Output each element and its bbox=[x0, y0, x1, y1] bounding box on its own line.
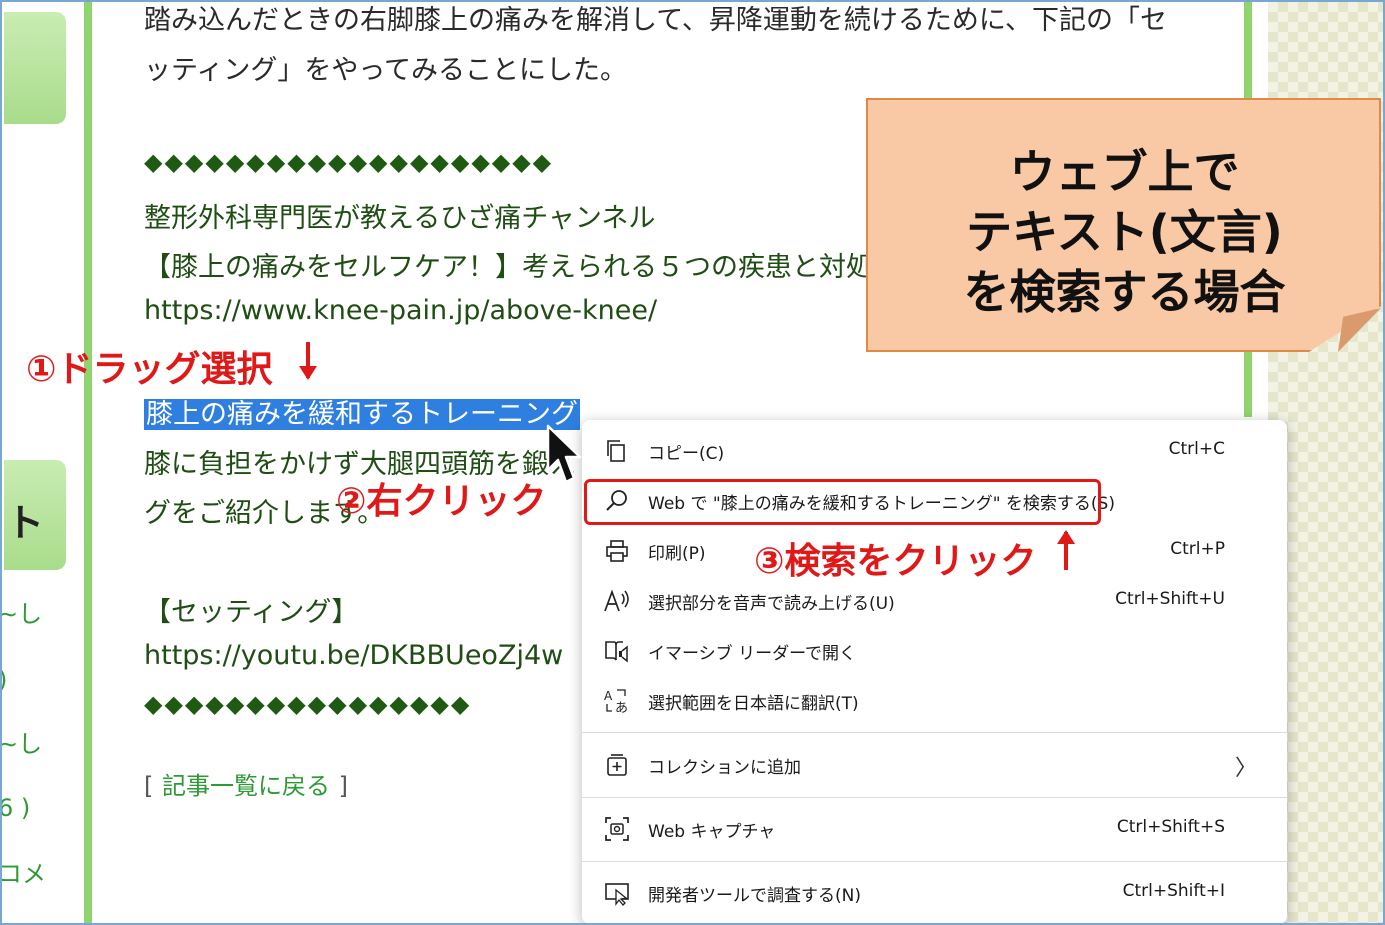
immersive-reader-icon bbox=[602, 636, 632, 666]
menu-item-web-capture[interactable]: Web キャプチャ Ctrl+Shift+S bbox=[582, 806, 1287, 854]
back-to-list-link[interactable]: 記事一覧に戻る bbox=[162, 772, 330, 800]
sidebar-widget-top[interactable] bbox=[4, 12, 66, 124]
back-bracket-open: [ bbox=[144, 772, 154, 800]
sidebar-link-5[interactable]: コメ bbox=[2, 854, 46, 889]
web-capture-icon bbox=[602, 814, 632, 844]
channel-name: 整形外科専門医が教えるひざ痛チャンネル bbox=[144, 203, 656, 234]
translate-icon: Aあ bbox=[602, 686, 632, 716]
selected-text[interactable]: 膝上の痛みを緩和するトレーニング bbox=[144, 399, 580, 430]
article-link-knee-pain[interactable]: https://www.knee-pain.jp/above-knee/ bbox=[144, 295, 657, 326]
menu-item-label: 選択範囲を日本語に翻訳(T) bbox=[648, 694, 859, 714]
menu-item-add-to-collection[interactable]: コレクションに追加 〉 bbox=[582, 742, 1287, 790]
devtools-icon bbox=[602, 878, 632, 908]
annotation-arrow-up bbox=[1057, 530, 1075, 570]
menu-separator bbox=[582, 732, 1287, 733]
mouse-pointer-icon bbox=[546, 424, 582, 484]
menu-item-read-aloud[interactable]: 選択部分を音声で読み上げる(U) Ctrl+Shift+U bbox=[582, 578, 1287, 626]
menu-item-label: コピー(C) bbox=[648, 444, 725, 464]
menu-item-shortcut: Ctrl+Shift+S bbox=[1116, 817, 1225, 837]
menu-separator bbox=[582, 861, 1287, 862]
menu-item-shortcut: Ctrl+Shift+U bbox=[1115, 589, 1225, 609]
video-title: 【膝上の痛みをセルフケア！】考えられる５つの疾患と対処 bbox=[144, 252, 873, 283]
sidebar-link-2[interactable]: ) bbox=[2, 666, 7, 694]
svg-text:あ: あ bbox=[615, 701, 628, 715]
callout-note-line-2: テキスト(文言) bbox=[966, 205, 1283, 259]
setting-heading: 【セッティング】 bbox=[144, 597, 359, 628]
collections-icon bbox=[602, 750, 632, 780]
article-paragraph-line-1: 踏み込んだときの右脚膝上の痛みを解消して、昇降運動を続けるために、下記の「セ bbox=[144, 5, 1168, 36]
annotation-step-1: ①ドラッグ選択 bbox=[26, 349, 273, 390]
menu-item-copy[interactable]: コピー(C) Ctrl+C bbox=[582, 428, 1287, 476]
sidebar-widget-glyph: ト bbox=[6, 501, 45, 545]
callout-note-line-1: ウェブ上で bbox=[1009, 145, 1240, 199]
left-sidebar: ト ∼し ) ∼し 6 ) コメ bbox=[2, 2, 84, 923]
annotation-step-2: ②右クリック bbox=[336, 481, 547, 522]
back-bracket-close: ] bbox=[338, 772, 348, 800]
menu-item-devtools[interactable]: 開発者ツールで調査する(N) Ctrl+Shift+I bbox=[582, 870, 1287, 918]
sidebar-link-1[interactable]: ∼し bbox=[2, 594, 42, 629]
menu-item-label: 印刷(P) bbox=[648, 544, 706, 564]
back-to-list[interactable]: [ 記事一覧に戻る ] bbox=[144, 766, 348, 801]
copy-icon bbox=[602, 436, 632, 466]
print-icon bbox=[602, 536, 632, 566]
chevron-right-icon: 〉 bbox=[1234, 756, 1257, 781]
menu-item-label: コレクションに追加 bbox=[648, 758, 801, 778]
selected-text-line[interactable]: 膝上の痛みを緩和するトレーニング bbox=[144, 392, 580, 431]
menu-item-label: イマーシブ リーダーで開く bbox=[648, 644, 857, 664]
content-border-left bbox=[84, 2, 92, 923]
youtube-link[interactable]: https://youtu.be/DKBBUeoZj4w bbox=[144, 640, 563, 671]
article-paragraph-line-2: ッティング」をやってみることにした。 bbox=[144, 55, 628, 86]
menu-item-immersive-reader[interactable]: イマーシブ リーダーで開く bbox=[582, 628, 1287, 676]
callout-note-line-3: を検索する場合 bbox=[963, 265, 1286, 319]
diamond-separator-top: ◆◆◆◆◆◆◆◆◆◆◆◆◆◆◆◆◆◆◆◆ bbox=[144, 148, 554, 176]
sidebar-link-4[interactable]: 6 ) bbox=[2, 794, 30, 822]
menu-item-shortcut: Ctrl+C bbox=[1168, 439, 1225, 459]
menu-separator bbox=[582, 797, 1287, 798]
menu-item-label: 開発者ツールで調査する(N) bbox=[648, 886, 861, 906]
svg-text:A: A bbox=[604, 689, 613, 703]
sidebar-link-3[interactable]: ∼し bbox=[2, 724, 42, 759]
screenshot-frame: ト ∼し ) ∼し 6 ) コメ 踏み込んだときの右脚膝上の痛みを解消して、昇降… bbox=[0, 0, 1385, 925]
highlight-box-search-item bbox=[584, 479, 1101, 525]
diamond-separator-bottom: ◆◆◆◆◆◆◆◆◆◆◆◆◆◆◆◆ bbox=[144, 690, 472, 718]
menu-item-label: Web キャプチャ bbox=[648, 822, 776, 842]
menu-item-translate[interactable]: Aあ 選択範囲を日本語に翻訳(T) bbox=[582, 678, 1287, 726]
annotation-arrow-down bbox=[299, 342, 317, 380]
read-aloud-icon bbox=[602, 586, 632, 616]
annotation-step-3: ③検索をクリック bbox=[754, 541, 1037, 582]
menu-item-shortcut: Ctrl+Shift+I bbox=[1122, 881, 1225, 901]
callout-note-text: ウェブ上で テキスト(文言) を検索する場合 bbox=[872, 142, 1377, 322]
menu-item-label: 選択部分を音声で読み上げる(U) bbox=[648, 594, 895, 614]
menu-item-shortcut: Ctrl+P bbox=[1170, 539, 1225, 559]
